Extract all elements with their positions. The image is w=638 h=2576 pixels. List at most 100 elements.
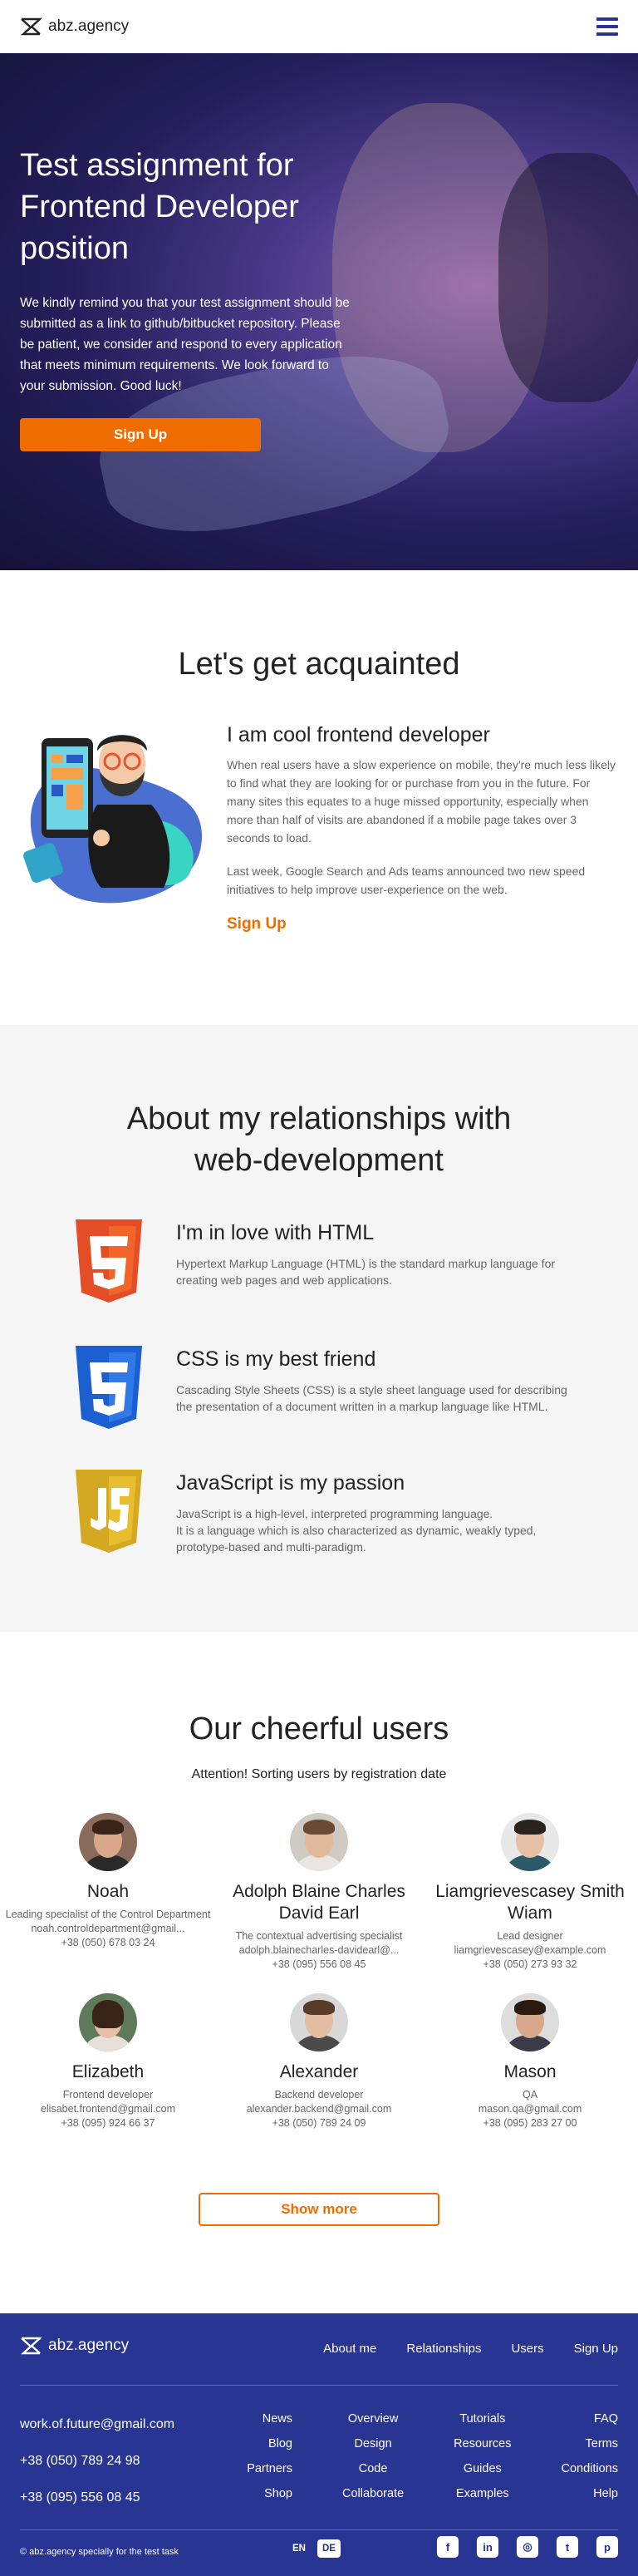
acquainted-signup-link[interactable]: Sign Up: [227, 915, 287, 933]
footer-links: News Blog Partners Shop Overview Design …: [247, 2406, 618, 2506]
hero-text: We kindly remind you that your test assi…: [20, 296, 350, 393]
copyright: © abz.agency specially for the test task: [20, 2547, 179, 2557]
footer-link[interactable]: Shop: [264, 2481, 292, 2506]
user-name: Adolph Blaine Charles David Earl: [233, 1882, 405, 1923]
footer-link[interactable]: FAQ: [594, 2406, 618, 2431]
hero-title: Test assignment for Frontend Developer p…: [20, 148, 299, 266]
user-position: QA: [522, 2089, 538, 2101]
avatar: [79, 1813, 137, 1871]
footer-contacts: work.of.future@gmail.com +38 (050) 789 2…: [20, 2406, 174, 2516]
user-card: Adolph Blaine Charles David Earl The con…: [215, 1813, 423, 1972]
footer-logo[interactable]: abz.agency: [20, 2337, 129, 2355]
footer-phone[interactable]: +38 (095) 556 08 45: [20, 2480, 174, 2516]
relationship-heading: JavaScript is my passion: [176, 1471, 405, 1495]
user-name: Alexander: [279, 2062, 359, 2081]
footer-nav-relationships[interactable]: Relationships: [406, 2342, 481, 2356]
footer-link[interactable]: Help: [593, 2481, 618, 2506]
user-email: liamgrievescasey@example.com: [454, 1944, 606, 1956]
users-title: Our cheerful users: [189, 1712, 449, 1746]
avatar: [501, 1813, 559, 1871]
user-email: mason.qa@gmail.com: [478, 2103, 582, 2115]
user-position: Frontend developer: [62, 2089, 154, 2101]
footer-link[interactable]: Resources: [454, 2431, 511, 2456]
footer-link[interactable]: Partners: [247, 2456, 292, 2481]
logo[interactable]: abz.agency: [20, 17, 129, 36]
user-position: Leading specialist of the Control Depart…: [5, 1909, 211, 1920]
user-phone: +38 (095) 924 66 37: [61, 2117, 155, 2129]
user-phone: +38 (095) 283 27 00: [483, 2117, 577, 2129]
user-phone: +38 (050) 273 93 32: [483, 1958, 577, 1970]
footer-nav-users[interactable]: Users: [511, 2342, 543, 2356]
logo-text: abz.agency: [48, 17, 130, 35]
css3-icon: [76, 1346, 142, 1429]
footer-link[interactable]: Code: [359, 2456, 388, 2481]
footer-link[interactable]: News: [263, 2406, 292, 2431]
html5-icon: [76, 1219, 142, 1303]
footer-email[interactable]: work.of.future@gmail.com: [20, 2406, 174, 2443]
footer-link[interactable]: Terms: [586, 2431, 618, 2456]
footer-link[interactable]: Examples: [456, 2481, 509, 2506]
users-grid: Noah Leading specialist of the Control D…: [0, 1813, 638, 2130]
footer-phone[interactable]: +38 (050) 789 24 98: [20, 2443, 174, 2480]
hero-signup-button[interactable]: Sign Up: [20, 418, 261, 451]
hamburger-icon[interactable]: [596, 17, 618, 36]
acquainted-paragraph-1: When real users have a slow experience o…: [227, 758, 616, 845]
user-position: Backend developer: [274, 2089, 364, 2101]
hero-section: Test assignment for Frontend Developer p…: [0, 53, 638, 570]
instagram-icon[interactable]: ◎: [517, 2536, 538, 2558]
logo-text: abz.agency: [48, 2337, 130, 2354]
relationship-item-css: CSS is my best friend Cascading Style Sh…: [71, 1346, 575, 1431]
language-en[interactable]: EN: [292, 2544, 306, 2554]
user-phone: +38 (050) 789 24 09: [272, 2117, 366, 2129]
language-de[interactable]: DE: [317, 2539, 341, 2558]
user-phone: +38 (050) 678 03 24: [61, 1937, 155, 1948]
user-card: Elizabeth Frontend developer elisabet.fro…: [4, 1993, 212, 2130]
facebook-icon[interactable]: f: [437, 2536, 459, 2558]
user-email: adolph.blainecharles-davidearl@...: [238, 1944, 400, 1956]
site-footer: abz.agency About me Relationships Users …: [0, 2313, 638, 2576]
relationship-heading: I'm in love with HTML: [176, 1221, 375, 1244]
footer-link[interactable]: Blog: [268, 2431, 292, 2456]
language-switcher: EN DE: [292, 2539, 341, 2558]
user-card: Mason QA mason.qa@gmail.com +38 (095) 283 …: [426, 1993, 634, 2130]
divider: [20, 2385, 618, 2386]
acquainted-paragraph-2: Last week, Google Search and Ads teams a…: [227, 864, 586, 896]
footer-nav-about[interactable]: About me: [323, 2342, 376, 2356]
user-name: Liamgrievescasey Smith Wiam: [435, 1882, 625, 1923]
avatar: [290, 1993, 348, 2051]
acquainted-heading: I am cool frontend developer: [227, 723, 490, 746]
twitter-icon[interactable]: t: [557, 2536, 578, 2558]
avatar: [501, 1993, 559, 2051]
relationship-heading: CSS is my best friend: [176, 1347, 376, 1371]
show-more-button[interactable]: Show more: [199, 2193, 439, 2226]
footer-link[interactable]: Collaborate: [342, 2481, 404, 2506]
relationships-title: About my relationships with web-developm…: [126, 1101, 512, 1178]
footer-link[interactable]: Tutorials: [459, 2406, 505, 2431]
footer-link[interactable]: Overview: [348, 2406, 398, 2431]
user-position: Lead designer: [497, 1930, 563, 1942]
footer-link[interactable]: Design: [355, 2431, 392, 2456]
user-card: Noah Leading specialist of the Control D…: [4, 1813, 212, 1972]
relationship-text: Hypertext Markup Language (HTML) is the …: [176, 1257, 556, 1287]
user-email: alexander.backend@gmail.com: [246, 2103, 392, 2115]
user-email: noah.controldepartment@gmail...: [31, 1923, 185, 1934]
relationship-text: JavaScript is a high-level, interpreted …: [176, 1507, 537, 1554]
acquainted-title: Let's get acquainted: [178, 647, 460, 682]
relationships-section: About my relationships with web-developm…: [0, 1025, 638, 1632]
pinterest-icon[interactable]: p: [596, 2536, 618, 2558]
divider: [20, 2529, 618, 2530]
footer-link[interactable]: Guides: [464, 2456, 502, 2481]
linkedin-icon[interactable]: in: [477, 2536, 498, 2558]
avatar: [290, 1813, 348, 1871]
relationship-item-html: I'm in love with HTML Hypertext Markup L…: [71, 1219, 575, 1304]
footer-link[interactable]: Conditions: [561, 2456, 618, 2481]
footer-nav-signup[interactable]: Sign Up: [574, 2342, 618, 2356]
user-name: Mason: [503, 2062, 557, 2081]
user-phone: +38 (095) 556 08 45: [272, 1958, 366, 1970]
relationship-item-javascript: JavaScript is my passion JavaScript is a…: [71, 1470, 575, 1555]
social-links: f in ◎ t p: [437, 2536, 618, 2558]
user-name: Noah: [86, 1882, 130, 1901]
user-position: The contextual advertising specialist: [235, 1930, 403, 1942]
developer-illustration: [23, 735, 203, 904]
avatar: [79, 1993, 137, 2051]
